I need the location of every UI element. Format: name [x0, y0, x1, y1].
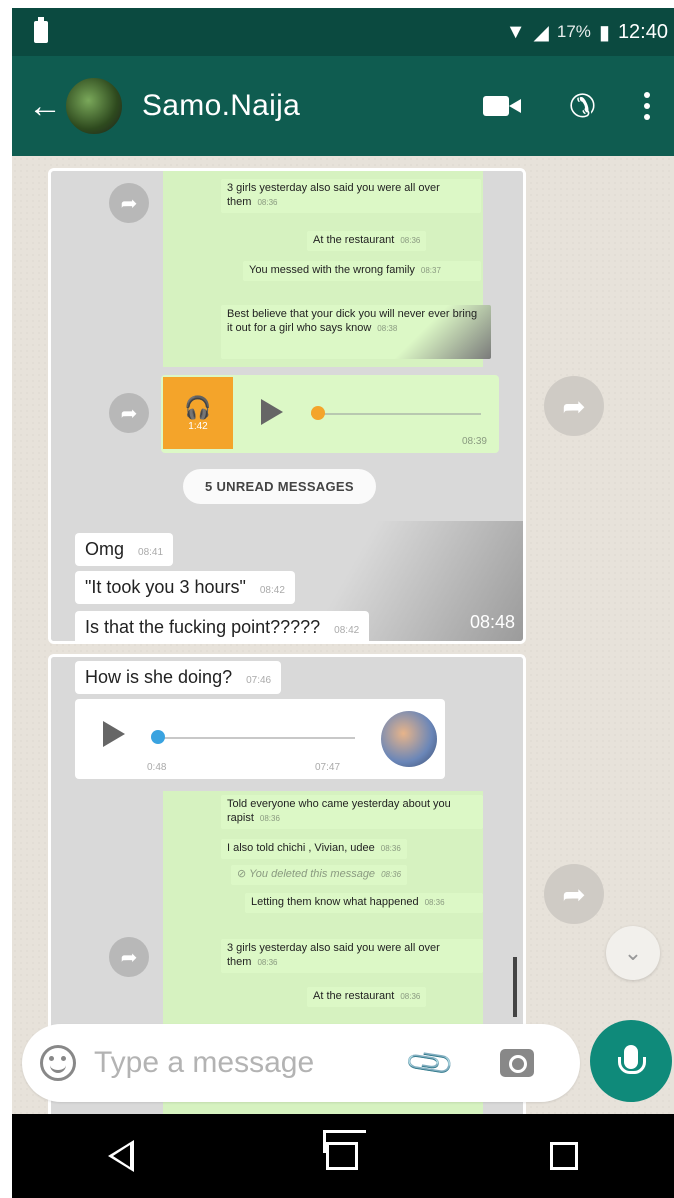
voice-time: 07:47 — [315, 762, 341, 773]
notification-icon — [34, 17, 48, 43]
voice-message[interactable]: 0:48 07:47 — [75, 699, 445, 779]
image-message-1[interactable]: ➦ 3 girls yesterday also said you were a… — [48, 168, 526, 644]
image-timestamp: 08:48 — [469, 612, 515, 632]
phone-icon[interactable]: ✆ — [569, 87, 596, 125]
contact-name[interactable]: Samo.Naija — [142, 89, 300, 123]
message-bubble: How is she doing? 07:46 — [75, 661, 282, 694]
message-bubble: Is that the fucking point????? 08:42 — [75, 611, 370, 641]
voice-duration: 0:48 — [147, 762, 167, 773]
sender-avatar — [381, 711, 437, 767]
message-composer: 📎 — [22, 1024, 580, 1102]
unread-divider: 5 UNREAD MESSAGES — [183, 469, 376, 504]
message-bubble: Told everyone who came yesterday about y… — [221, 795, 483, 829]
deleted-message: ⊘ You deleted this message 08:36 — [231, 865, 408, 885]
battery-icon: ▮ — [598, 21, 610, 44]
avatar[interactable] — [64, 76, 124, 136]
scrollbar[interactable] — [513, 957, 517, 1017]
message-input[interactable] — [94, 1046, 394, 1080]
attach-icon[interactable]: 📎 — [402, 1036, 457, 1091]
message-bubble: Letting them know what happened 08:36 — [245, 893, 483, 913]
play-icon[interactable] — [103, 721, 125, 747]
battery-percent: 17% — [556, 22, 591, 41]
voice-scrubber[interactable] — [151, 730, 165, 744]
nav-home-icon[interactable] — [323, 1130, 366, 1170]
nav-back-icon[interactable] — [108, 1140, 134, 1172]
message-bubble: 3 girls yesterday also said you were all… — [221, 179, 481, 213]
forward-icon[interactable]: ➦ — [109, 393, 149, 433]
clock: 12:40 — [617, 20, 668, 43]
forward-icon[interactable]: ➦ — [109, 183, 149, 223]
chat-area[interactable]: ➦ 3 girls yesterday also said you were a… — [12, 156, 674, 1114]
voice-scrubber[interactable] — [311, 406, 325, 420]
camera-icon[interactable] — [499, 1049, 534, 1077]
voice-time: 08:39 — [461, 436, 487, 447]
scroll-down-button[interactable]: ⌄ — [606, 926, 660, 980]
voice-duration: 1:42 — [188, 420, 208, 432]
message-bubble: I also told chichi , Vivian, udee 08:36 — [221, 839, 407, 859]
emoji-icon[interactable] — [40, 1045, 76, 1081]
wifi-icon: ▼ — [505, 20, 526, 43]
message-bubble: At the restaurant 08:36 — [307, 987, 427, 1007]
nav-recents-icon[interactable] — [550, 1142, 578, 1170]
more-vert-icon[interactable] — [644, 92, 650, 120]
forward-icon[interactable]: ➦ — [544, 864, 604, 924]
mic-icon — [618, 1045, 646, 1074]
message-bubble: 3 girls yesterday also said you were all… — [221, 939, 483, 973]
status-bar: ▼ ◢ 17% ▮ 12:40 — [12, 8, 674, 56]
message-bubble: "It took you 3 hours" 08:42 — [75, 571, 295, 604]
video-call-icon[interactable] — [483, 93, 522, 119]
voice-message[interactable]: 🎧 1:42 08:39 — [161, 375, 499, 453]
mic-button[interactable] — [590, 1020, 672, 1102]
message-bubble: Omg 08:41 — [75, 533, 174, 566]
message-bubble: At the restaurant 08:36 — [307, 231, 427, 251]
signal-icon: ◢ — [533, 21, 549, 44]
play-icon[interactable] — [261, 399, 283, 425]
message-bubble: You messed with the wrong family 08:37 — [243, 261, 481, 281]
chat-header: ← Samo.Naija ✆ — [12, 56, 674, 156]
forward-icon[interactable]: ➦ — [544, 376, 604, 436]
status-indicators: ▼ ◢ 17% ▮ 12:40 — [506, 20, 668, 45]
forward-icon[interactable]: ➦ — [109, 937, 149, 977]
system-nav-bar — [12, 1114, 674, 1198]
headphones-icon: 🎧 1:42 — [163, 377, 233, 449]
arrow-left-icon[interactable]: ← — [28, 87, 62, 126]
message-bubble: Best believe that your dick you will nev… — [221, 305, 491, 359]
